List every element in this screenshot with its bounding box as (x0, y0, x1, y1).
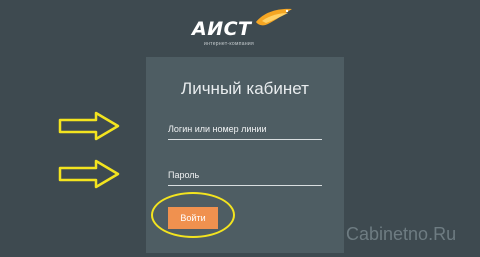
aist-logo[interactable]: АИСТ интернет-компания (188, 4, 298, 48)
logo-subtitle: интернет-компания (204, 41, 254, 47)
password-input[interactable] (168, 165, 322, 186)
arrow-right-icon (58, 111, 120, 141)
panel-title: Личный кабинет (181, 79, 309, 98)
header: АИСТ интернет-компания (0, 0, 480, 52)
arrow-right-icon (58, 159, 120, 189)
watermark: Cabinetno.Ru (346, 224, 457, 244)
button-highlight-ellipse (151, 192, 235, 238)
stork-bird-icon (256, 8, 292, 26)
logo-text: АИСТ (192, 18, 252, 40)
login-input[interactable] (168, 119, 322, 140)
